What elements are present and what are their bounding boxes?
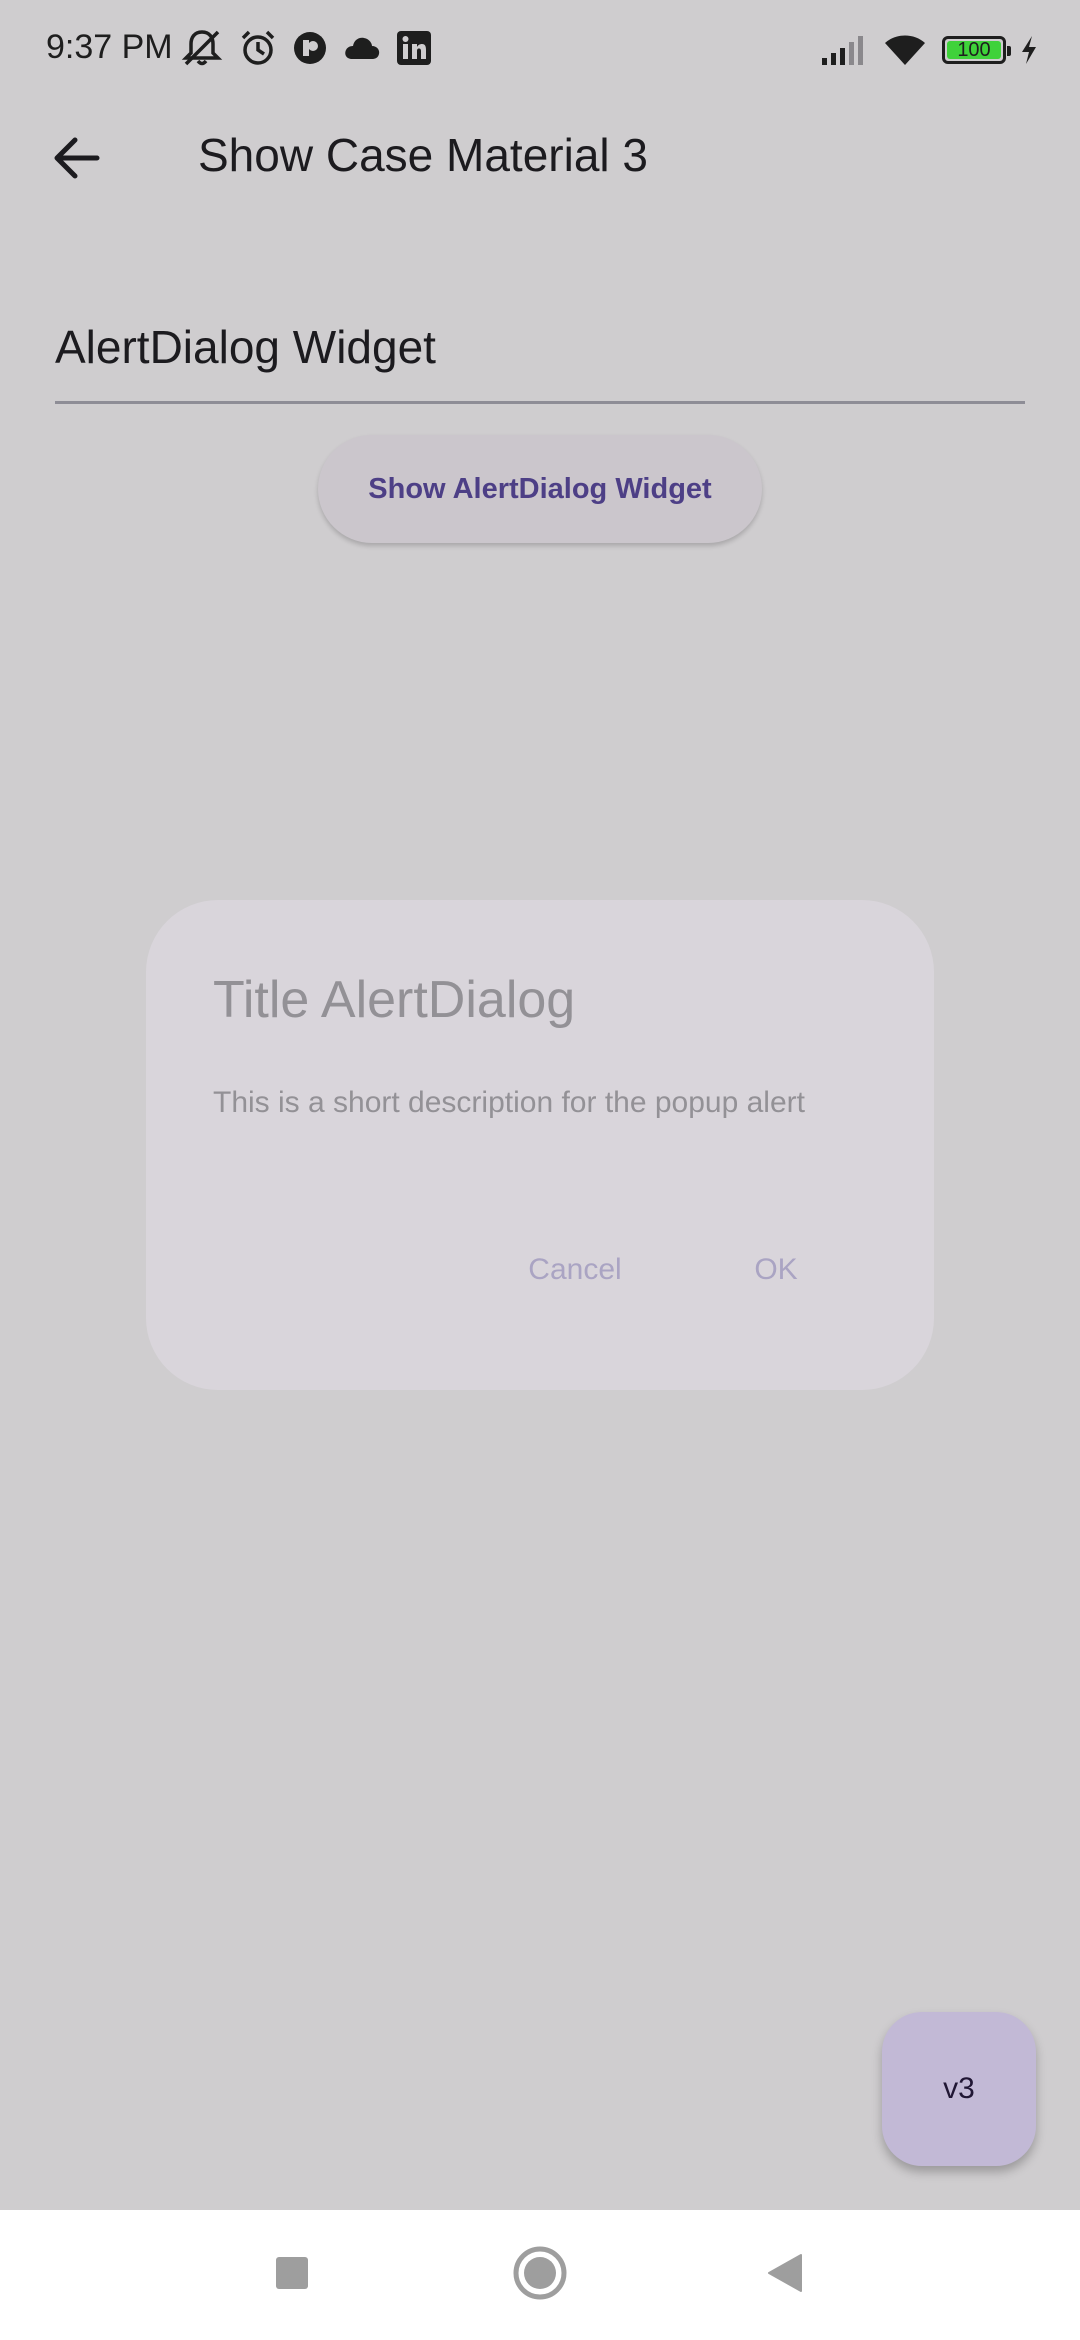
back-button[interactable]: [40, 124, 112, 196]
widget-name-field[interactable]: AlertDialog Widget: [55, 300, 1025, 404]
show-alertdialog-button[interactable]: Show AlertDialog Widget: [318, 435, 762, 543]
status-time: 9:37 PM: [46, 28, 173, 66]
wifi-icon: [882, 33, 928, 67]
recents-button[interactable]: [257, 2240, 327, 2310]
dialog-description: This is a short description for the popu…: [213, 1086, 805, 1119]
status-bar: 9:37 PM 100: [0, 0, 1080, 96]
linkedin-icon: [396, 30, 432, 66]
app-notification-icon: [292, 30, 328, 66]
home-icon: [512, 2245, 568, 2306]
status-icons-right: 100: [820, 28, 1038, 72]
charging-icon: [1020, 35, 1038, 65]
cloud-icon: [342, 33, 382, 63]
cancel-button[interactable]: Cancel: [510, 1230, 640, 1310]
system-nav-bar: [0, 2210, 1080, 2340]
battery-level: 100: [957, 39, 991, 61]
signal-icon: [820, 34, 868, 66]
version-fab[interactable]: v3: [882, 2012, 1036, 2166]
widget-name-value: AlertDialog Widget: [55, 321, 436, 373]
page-title: Show Case Material 3: [198, 129, 648, 181]
home-button[interactable]: [505, 2240, 575, 2310]
arrow-back-icon: [51, 136, 101, 185]
alarm-icon: [238, 28, 278, 68]
back-icon: [763, 2251, 807, 2300]
ok-button[interactable]: OK: [726, 1230, 826, 1310]
alert-dialog: Title AlertDialog This is a short descri…: [146, 900, 934, 1390]
status-icons-left: [180, 26, 432, 70]
recents-icon: [272, 2253, 312, 2298]
app-bar: Show Case Material 3: [0, 100, 1080, 212]
battery-icon: 100: [942, 36, 1011, 64]
mute-icon: [180, 28, 224, 68]
dialog-title: Title AlertDialog: [213, 971, 576, 1029]
nav-back-button[interactable]: [750, 2240, 820, 2310]
